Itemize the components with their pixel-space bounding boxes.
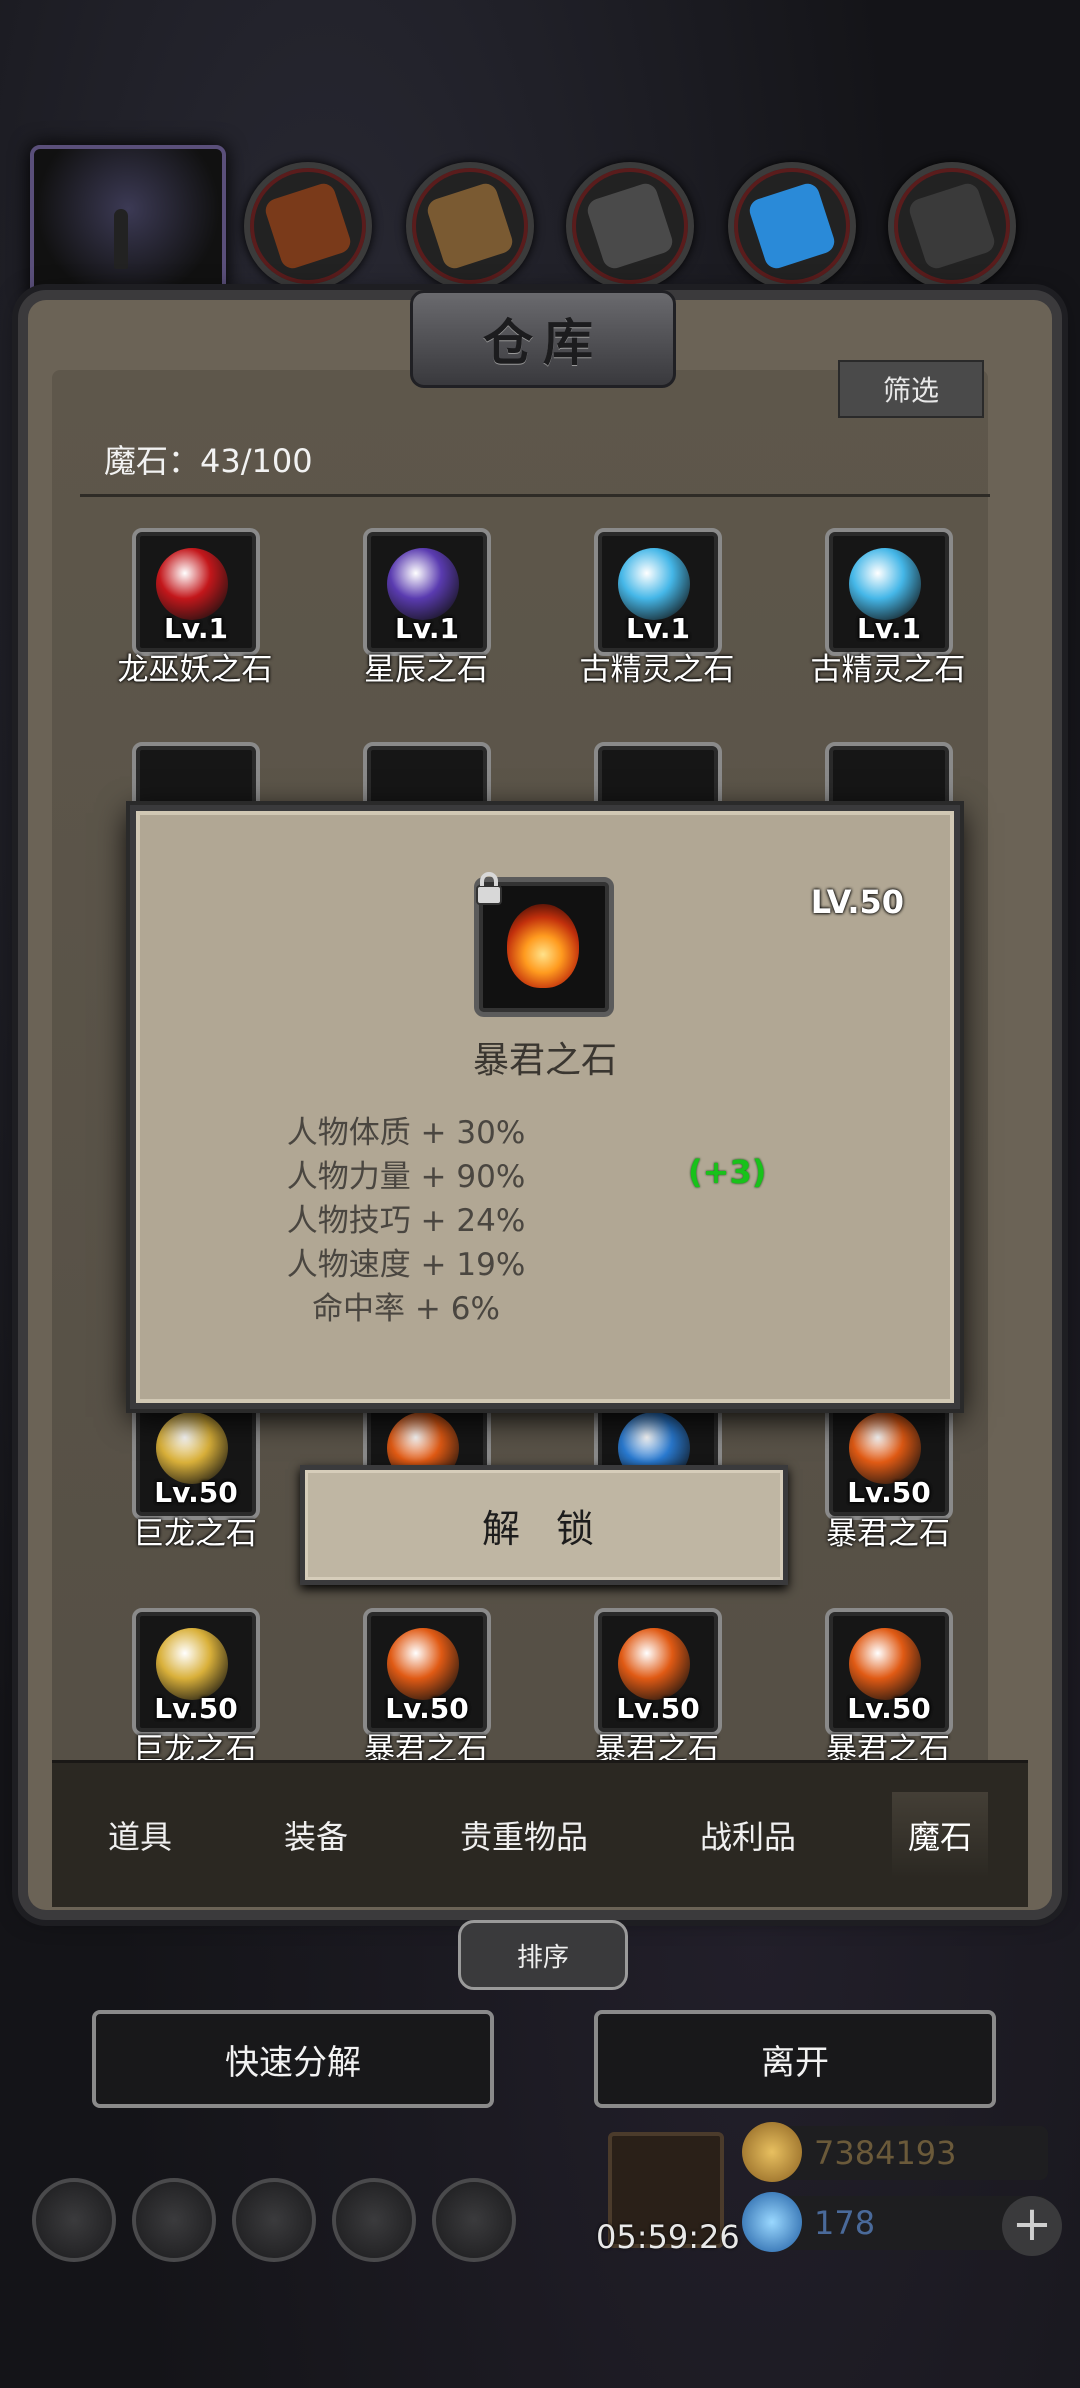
mail-icon[interactable] bbox=[332, 2178, 416, 2262]
quick-decompose-button[interactable]: 快速分解 bbox=[92, 2010, 494, 2108]
item-slot: Lv.1 bbox=[594, 528, 722, 656]
strength-bonus: (+3) bbox=[688, 1153, 767, 1191]
add-gems-button[interactable]: + bbox=[1002, 2196, 1062, 2256]
inventory-item[interactable]: Lv.1 古精灵之石 bbox=[773, 528, 1003, 688]
item-name: 古精灵之石 bbox=[579, 652, 735, 688]
tab-magic-stones[interactable]: 魔石 bbox=[891, 1792, 988, 1878]
iron-material-icon[interactable] bbox=[566, 162, 694, 290]
item-slot: Lv.50 bbox=[825, 1608, 953, 1736]
inventory-item[interactable]: Lv.50 暴君之石 bbox=[311, 1608, 541, 1768]
item-level: Lv.50 bbox=[385, 1692, 469, 1725]
inventory-item[interactable]: Lv.1 古精灵之石 bbox=[542, 528, 772, 688]
item-name: 星辰之石 bbox=[364, 652, 488, 688]
stat-line: 人物速度 + 19% bbox=[286, 1247, 526, 1283]
item-name: 龙巫妖之石 bbox=[117, 652, 273, 688]
tab-items[interactable]: 道具 bbox=[92, 1792, 188, 1878]
magic-stone-icon bbox=[618, 548, 690, 620]
item-slot bbox=[474, 872, 614, 1017]
tab-loot[interactable]: 战利品 bbox=[684, 1792, 812, 1878]
ore-material-icon[interactable] bbox=[888, 162, 1016, 290]
inventory-item[interactable]: Lv.50 暴君之石 bbox=[773, 1392, 1003, 1552]
magic-stone-icon bbox=[849, 1628, 921, 1700]
item-level: Lv.50 bbox=[616, 1692, 700, 1725]
item-name: 古精灵之石 bbox=[810, 652, 966, 688]
popup-item-name: 暴君之石 bbox=[472, 1040, 617, 1081]
inventory-item[interactable]: Lv.50 巨龙之石 bbox=[80, 1392, 310, 1552]
item-slot: Lv.50 bbox=[363, 1608, 491, 1736]
hero-figure bbox=[114, 209, 128, 269]
leave-button[interactable]: 离开 bbox=[594, 2010, 996, 2108]
hero-portrait[interactable] bbox=[30, 145, 226, 303]
magic-stone-icon bbox=[849, 1412, 921, 1484]
settings-icon[interactable] bbox=[32, 2178, 116, 2262]
magic-stone-icon bbox=[156, 1628, 228, 1700]
item-level: Lv.50 bbox=[154, 1476, 238, 1509]
gold-icon bbox=[742, 2122, 802, 2182]
inventory-item[interactable]: Lv.1 龙巫妖之石 bbox=[80, 528, 310, 688]
stat-line: 人物力量 + 90% bbox=[286, 1159, 526, 1195]
item-slot: Lv.1 bbox=[132, 528, 260, 656]
tab-valuables[interactable]: 贵重物品 bbox=[444, 1792, 604, 1878]
item-level: Lv.50 bbox=[154, 1692, 238, 1725]
gift-timer: 05:59:26 bbox=[596, 2218, 740, 2256]
item-name: 巨龙之石 bbox=[133, 1516, 257, 1552]
shop-icon[interactable] bbox=[432, 2178, 516, 2262]
tab-equipment[interactable]: 装备 bbox=[268, 1792, 364, 1878]
item-slot: Lv.1 bbox=[363, 528, 491, 656]
guild-icon[interactable] bbox=[232, 2178, 316, 2262]
sort-button[interactable]: 排序 bbox=[458, 1920, 628, 1990]
inventory-item[interactable]: Lv.50 暴君之石 bbox=[542, 1608, 772, 1768]
star-icon[interactable] bbox=[132, 2178, 216, 2262]
stat-line: 人物体质 + 30% bbox=[286, 1115, 526, 1151]
stat-list: 人物体质 + 30% 人物力量 + 90% 人物技巧 + 24% 人物速度 + … bbox=[136, 1111, 676, 1331]
item-name: 暴君之石 bbox=[826, 1516, 950, 1552]
lock-icon bbox=[476, 872, 502, 905]
item-level: Lv.1 bbox=[164, 612, 228, 645]
gem-value: 178 bbox=[814, 2204, 876, 2242]
crystal-material-icon[interactable] bbox=[728, 162, 856, 290]
category-tabs: 道具 装备 贵重物品 战利品 魔石 bbox=[52, 1760, 1028, 1907]
magic-stone-icon bbox=[156, 1412, 228, 1484]
magic-stone-icon bbox=[618, 1628, 690, 1700]
stat-line: 命中率 + 6% bbox=[312, 1291, 500, 1327]
wood-material-icon[interactable] bbox=[406, 162, 534, 290]
item-slot: Lv.50 bbox=[132, 1392, 260, 1520]
tyrant-stone-icon bbox=[507, 904, 579, 988]
stone-count: 魔石：43/100 bbox=[104, 442, 313, 480]
leather-material-icon[interactable] bbox=[244, 162, 372, 290]
magic-stone-icon bbox=[387, 1628, 459, 1700]
gem-icon bbox=[742, 2192, 802, 2252]
inventory-item[interactable]: Lv.50 巨龙之石 bbox=[80, 1608, 310, 1768]
magic-stone-icon bbox=[156, 548, 228, 620]
magic-stone-icon bbox=[849, 548, 921, 620]
item-level: Lv.1 bbox=[395, 612, 459, 645]
panel-title: 仓库 bbox=[483, 314, 603, 372]
item-slot: Lv.1 bbox=[825, 528, 953, 656]
filter-button[interactable]: 筛选 bbox=[838, 360, 984, 418]
gold-value: 7384193 bbox=[814, 2134, 957, 2172]
item-slot: Lv.50 bbox=[594, 1608, 722, 1736]
item-level: Lv.50 bbox=[847, 1476, 931, 1509]
item-slot: Lv.50 bbox=[132, 1608, 260, 1736]
item-level: Lv.1 bbox=[626, 612, 690, 645]
popup-level: LV.50 bbox=[810, 883, 904, 921]
item-detail-popup: LV.50 暴君之石 人物体质 + 30% 人物力量 + 90% 人物技巧 + … bbox=[130, 805, 960, 1409]
inventory-item[interactable]: Lv.1 星辰之石 bbox=[311, 528, 541, 688]
item-level: Lv.50 bbox=[847, 1692, 931, 1725]
divider bbox=[80, 494, 990, 497]
gold-bar: 7384193 bbox=[742, 2122, 1048, 2182]
inventory-item[interactable]: Lv.50 暴君之石 bbox=[773, 1608, 1003, 1768]
title-plate: 仓库 bbox=[410, 290, 676, 388]
item-slot: Lv.50 bbox=[825, 1392, 953, 1520]
item-level: Lv.1 bbox=[857, 612, 921, 645]
unlock-button[interactable]: 解 锁 bbox=[300, 1465, 788, 1585]
magic-stone-icon bbox=[387, 548, 459, 620]
stat-line: 人物技巧 + 24% bbox=[286, 1203, 526, 1239]
